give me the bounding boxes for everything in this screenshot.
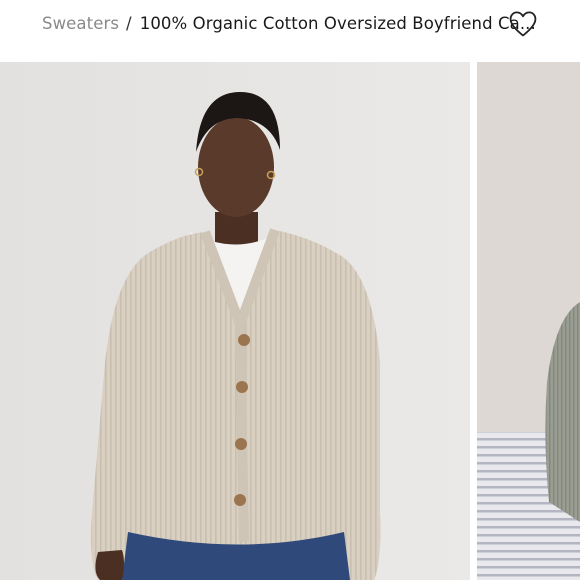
product-image-gallery[interactable] xyxy=(0,62,580,580)
product-header: Sweaters / 100% Organic Cotton Oversized… xyxy=(0,0,580,62)
breadcrumb-separator: / xyxy=(126,13,132,33)
model-photo xyxy=(0,62,470,580)
bedding-photo xyxy=(477,62,580,580)
breadcrumb-link-sweaters[interactable]: Sweaters xyxy=(42,14,119,33)
breadcrumb: Sweaters / 100% Organic Cotton Oversized… xyxy=(42,12,536,34)
heart-outline-icon xyxy=(509,11,537,37)
favorite-button[interactable] xyxy=(507,8,539,40)
product-image-secondary[interactable] xyxy=(477,62,580,580)
breadcrumb-current-product: 100% Organic Cotton Oversized Boyfriend … xyxy=(139,13,536,33)
product-image-main[interactable] xyxy=(0,62,470,580)
